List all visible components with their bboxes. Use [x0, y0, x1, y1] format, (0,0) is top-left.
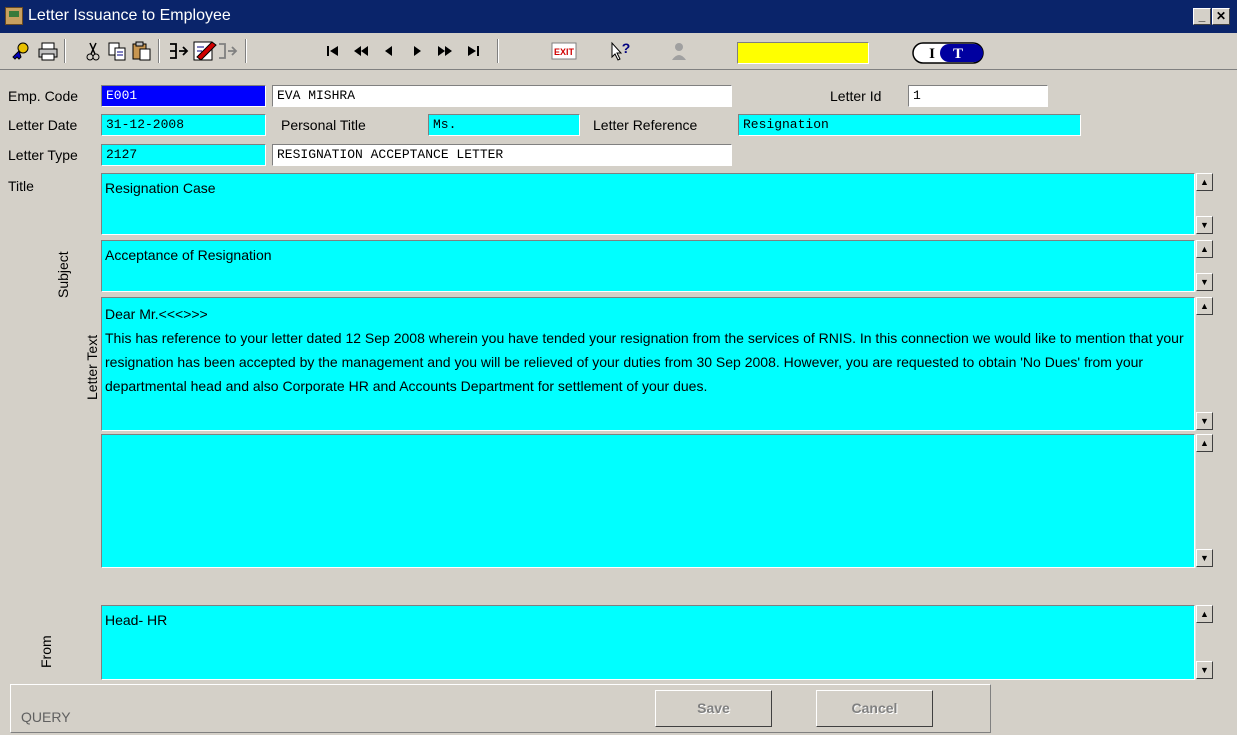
cut-icon[interactable] — [80, 37, 106, 64]
title-textarea[interactable]: Resignation Case — [101, 173, 1195, 235]
prev-page-icon[interactable] — [348, 37, 374, 64]
scroll-down-icon[interactable]: ▼ — [1196, 273, 1213, 291]
cancel-button[interactable]: Cancel — [816, 690, 933, 727]
paste-icon[interactable] — [129, 37, 155, 64]
letter-reference-label: Letter Reference — [593, 117, 698, 133]
first-icon[interactable] — [320, 37, 346, 64]
user-icon[interactable] — [666, 37, 692, 64]
title-label: Title — [8, 178, 34, 194]
scroll-down-icon[interactable]: ▼ — [1196, 549, 1213, 567]
subject-label: Subject — [55, 251, 71, 298]
scroll-up-icon[interactable]: ▲ — [1196, 297, 1213, 315]
toolbar-separator — [64, 39, 66, 63]
status-mode: QUERY — [21, 709, 71, 725]
emp-code-field[interactable]: E001 — [101, 85, 266, 107]
insert-record-icon[interactable] — [166, 37, 192, 64]
letter-text-textarea[interactable]: Dear Mr.<<<>>> This has reference to you… — [101, 297, 1195, 431]
close-button[interactable]: ✕ — [1212, 8, 1230, 25]
letter-type-label: Letter Type — [8, 147, 78, 163]
letter-type-field[interactable]: 2127 — [101, 144, 266, 166]
letter-text-label: Letter Text — [84, 334, 100, 400]
last-icon[interactable] — [460, 37, 486, 64]
letter-text-continuation-scrollbar[interactable]: ▲ ▼ — [1195, 434, 1213, 568]
subject-textarea[interactable]: Acceptance of Resignation — [101, 240, 1195, 292]
svg-text:T: T — [953, 46, 963, 62]
window-title: Letter Issuance to Employee — [28, 7, 231, 24]
letter-id-label: Letter Id — [830, 88, 882, 104]
scroll-down-icon[interactable]: ▼ — [1196, 661, 1213, 679]
letter-type-description-field[interactable]: RESIGNATION ACCEPTANCE LETTER — [272, 144, 732, 166]
print-icon[interactable] — [35, 37, 61, 64]
svg-text:?: ? — [622, 40, 631, 56]
toolbar: EXIT ? — [0, 33, 1237, 70]
from-label: From — [38, 635, 54, 668]
letter-text-scrollbar[interactable]: ▲ ▼ — [1195, 297, 1213, 431]
personal-title-field[interactable]: Ms. — [428, 114, 580, 136]
key-icon[interactable] — [8, 37, 34, 64]
app-icon — [5, 7, 23, 25]
letter-text-continuation-textarea[interactable] — [101, 434, 1195, 568]
from-textarea[interactable]: Head- HR — [101, 605, 1195, 680]
scroll-up-icon[interactable]: ▲ — [1196, 173, 1213, 191]
title-bar: Letter Issuance to Employee _ ✕ — [0, 0, 1237, 33]
next-record-icon[interactable] — [215, 37, 241, 64]
svg-text:EXIT: EXIT — [554, 47, 575, 57]
employee-name-field[interactable]: EVA MISHRA — [272, 85, 732, 107]
yellow-indicator-field[interactable] — [737, 42, 869, 64]
scroll-up-icon[interactable]: ▲ — [1196, 605, 1213, 623]
prev-icon[interactable] — [376, 37, 402, 64]
next-page-icon[interactable] — [432, 37, 458, 64]
toolbar-separator — [497, 39, 499, 63]
title-scrollbar[interactable]: ▲ ▼ — [1195, 173, 1213, 235]
scroll-down-icon[interactable]: ▼ — [1196, 412, 1213, 430]
letter-date-field[interactable]: 31-12-2008 — [101, 114, 266, 136]
save-button[interactable]: Save — [655, 690, 772, 727]
from-scrollbar[interactable]: ▲ ▼ — [1195, 605, 1213, 680]
letter-reference-field[interactable]: Resignation — [738, 114, 1081, 136]
personal-title-label: Personal Title — [281, 117, 366, 133]
emp-code-label: Emp. Code — [8, 88, 79, 104]
toolbar-separator — [245, 39, 247, 63]
copy-icon[interactable] — [104, 37, 130, 64]
exit-icon[interactable]: EXIT — [551, 37, 577, 64]
svg-text:I: I — [929, 46, 935, 62]
toolbar-separator — [158, 39, 160, 63]
scroll-down-icon[interactable]: ▼ — [1196, 216, 1213, 234]
minimize-button[interactable]: _ — [1193, 8, 1211, 25]
scroll-up-icon[interactable]: ▲ — [1196, 240, 1213, 258]
next-icon[interactable] — [404, 37, 430, 64]
letter-id-field[interactable]: 1 — [908, 85, 1048, 107]
it-logo: I T — [912, 42, 984, 64]
subject-scrollbar[interactable]: ▲ ▼ — [1195, 240, 1213, 292]
letter-date-label: Letter Date — [8, 117, 78, 133]
help-icon[interactable]: ? — [608, 37, 634, 64]
scroll-up-icon[interactable]: ▲ — [1196, 434, 1213, 452]
